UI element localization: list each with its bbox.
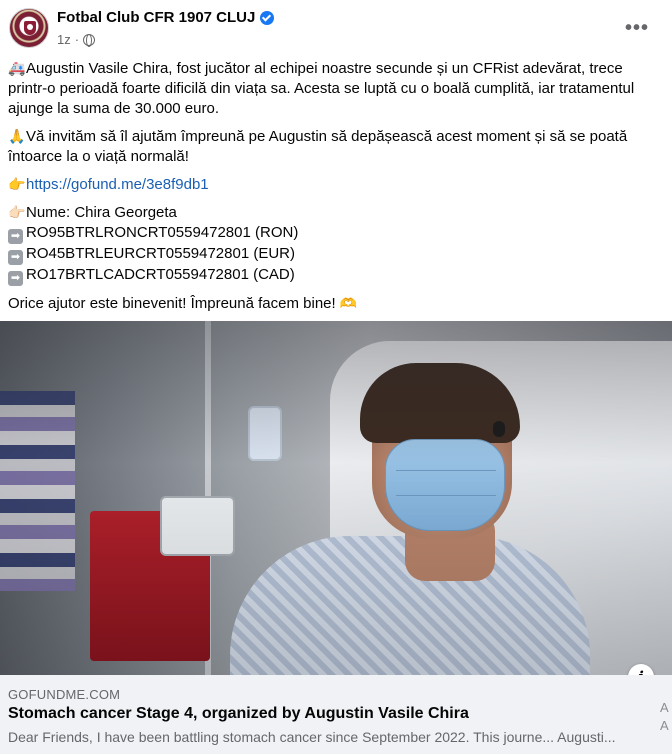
pointing-hand-emoji-icon: 👉🏻 [8,204,26,220]
link-domain: GOFUNDME.COM [8,687,121,702]
ambulance-emoji-icon: 🚑 [8,60,26,76]
link-preview-card[interactable]: GOFUNDME.COM Stomach cancer Stage 4, org… [0,675,672,754]
closing-text: Orice ajutor este binevenit! Împreună fa… [8,295,336,312]
edge-clipped-text: A [660,718,669,733]
post-paragraph-2: 🙏Vă invităm să îl ajutăm împreună pe Aug… [8,126,666,167]
link-description: Dear Friends, I have been battling stoma… [8,729,616,745]
post-timestamp[interactable]: 1z [57,32,71,47]
post-paragraph-bank: 👉🏻Nume: Chira Georgeta ➡ RO95BTRLRONCRT05… [8,202,666,286]
iban-cad: RO17BRTLCADCRT0559472801 (CAD) [26,266,295,283]
right-arrow-emoji-icon: ➡ [8,250,23,265]
edge-clipped-text: A [660,700,669,715]
p2-line-2: întoarce la o viață normală! [8,148,189,165]
post-paragraph-closing: Orice ajutor este binevenit! Împreună fa… [8,293,666,314]
post-header: Fotbal Club CFR 1907 CLUJ 1z · ••• [0,0,672,56]
post-paragraph-1: 🚑Augustin Vasile Chira, fost jucător al … [8,58,666,119]
account-holder-name: Nume: Chira Georgeta [26,204,177,221]
more-options-button[interactable]: ••• [621,12,653,44]
club-crest-icon [24,21,36,35]
globe-icon [83,33,96,47]
photo-shade [0,321,672,675]
gofundme-link[interactable]: https://gofund.me/3e8f9db1 [26,176,209,193]
page-name-row: Fotbal Club CFR 1907 CLUJ [57,9,275,26]
right-arrow-emoji-icon: ➡ [8,229,23,244]
p1-line-1: Augustin Vasile Chira, fost jucător al e… [26,60,623,77]
praying-hands-emoji-icon: 🙏 [8,128,26,144]
p2-line-1: Vă invităm să îl ajutăm împreună pe Augu… [26,128,628,145]
page-avatar[interactable] [9,8,49,48]
right-arrow-emoji-icon: ➡ [8,271,23,286]
pointing-hand-emoji-icon: 👉 [8,176,26,192]
iban-ron: RO95BTRLRONCRT0559472801 (RON) [26,224,299,241]
meta-separator: · [74,32,80,47]
verified-badge-icon [260,10,275,25]
page-name-link[interactable]: Fotbal Club CFR 1907 CLUJ [57,9,255,26]
post-text: 🚑Augustin Vasile Chira, fost jucător al … [8,58,666,321]
heart-hands-emoji-icon: 🫶 [339,295,358,311]
p1-line-3: ajunge la suma de 30.000 euro. [8,100,219,117]
iban-eur: RO45BTRLEURCRT0559472801 (EUR) [26,245,296,262]
post-meta: 1z · [57,32,96,47]
post-paragraph-link: 👉https://gofund.me/3e8f9db1 [8,174,666,195]
post-photo[interactable] [0,321,672,675]
link-title[interactable]: Stomach cancer Stage 4, organized by Aug… [8,705,469,723]
p1-line-2: printr-o perioadă foarte dificilă din vi… [8,80,635,97]
